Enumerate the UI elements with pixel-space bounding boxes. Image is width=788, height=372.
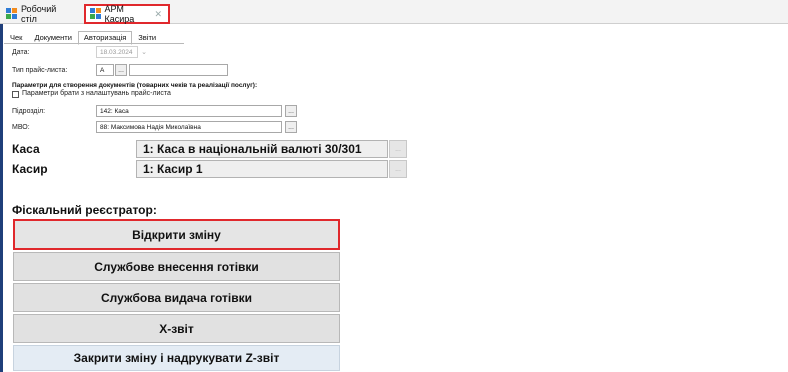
window-tab-cashier[interactable]: АРМ Касира ✕ — [84, 4, 170, 24]
date-field[interactable]: 18.03.2024 — [96, 46, 138, 58]
price-type-field[interactable]: А — [96, 64, 114, 76]
close-icon[interactable]: ✕ — [154, 9, 162, 20]
app-icon — [6, 8, 17, 20]
fiscal-heading: Фіскальний реєстратор: — [12, 203, 157, 217]
left-accent-bar — [0, 24, 3, 372]
mvo-select-button[interactable]: ... — [285, 121, 297, 133]
cash-deposit-button[interactable]: Службове внесення готівки — [13, 252, 340, 281]
cash-withdrawal-button[interactable]: Службова видача готівки — [13, 283, 340, 312]
price-type-label: Тип прайс-листа: — [12, 67, 68, 74]
tab-divider — [4, 43, 184, 44]
kasyr-select-button[interactable]: ... — [389, 160, 407, 178]
window-tab-label: Робочий стіл — [20, 4, 57, 24]
mvo-field[interactable]: 88: Максимова Надія Миколаївна — [96, 121, 282, 133]
kasyr-field[interactable]: 1: Касир 1 — [136, 160, 388, 178]
params-heading: Параметри для створення документів (това… — [12, 82, 258, 89]
kasa-field[interactable]: 1: Каса в національній валюті 30/301 — [136, 140, 388, 158]
chevron-down-icon[interactable]: ⌄ — [139, 46, 149, 58]
price-type-extra-field[interactable] — [129, 64, 228, 76]
date-label: Дата: — [12, 49, 30, 56]
mvo-label: МВО: — [12, 124, 30, 131]
subdivision-label: Підрозділ: — [12, 108, 46, 115]
kasa-label: Каса — [12, 142, 40, 156]
window-tab-label: АРМ Касира — [104, 4, 135, 24]
params-checkbox[interactable] — [12, 91, 19, 98]
app-icon — [90, 8, 101, 20]
price-type-select-button[interactable]: ... — [115, 64, 127, 76]
subdivision-select-button[interactable]: ... — [285, 105, 297, 117]
subdivision-field[interactable]: 142: Каса — [96, 105, 282, 117]
kasyr-label: Касир — [12, 162, 48, 176]
kasa-select-button[interactable]: ... — [389, 140, 407, 158]
x-report-button[interactable]: Х-звіт — [13, 314, 340, 343]
close-shift-z-report-button[interactable]: Закрити зміну і надрукувати Z-звіт — [13, 345, 340, 371]
params-checkbox-label: Параметри брати з налаштувань прайс-лист… — [22, 90, 171, 97]
open-shift-button[interactable]: Відкрити зміну — [13, 219, 340, 250]
inner-tab-bar: Чек Документи Авторизація Звіти — [4, 31, 162, 45]
window-tab-desktop[interactable]: Робочий стіл — [2, 4, 76, 24]
